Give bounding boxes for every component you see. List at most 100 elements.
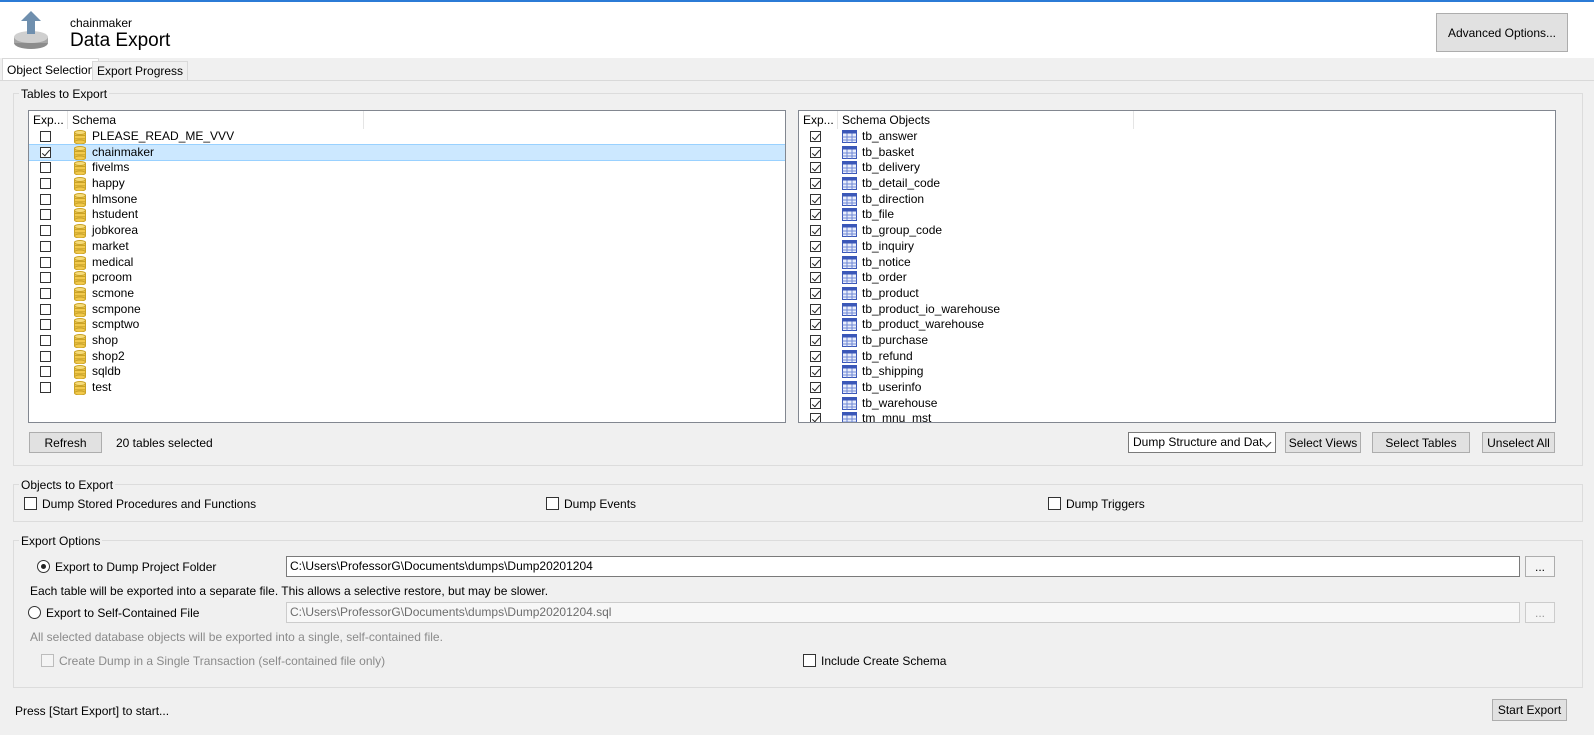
- schema-export-checkbox[interactable]: [40, 287, 51, 299]
- schema-export-checkbox[interactable]: [40, 193, 51, 205]
- schema-object-row[interactable]: tb_direction: [799, 192, 1555, 208]
- object-export-checkbox[interactable]: [810, 256, 821, 268]
- dump-triggers-checkbox[interactable]: [1048, 497, 1061, 510]
- schema-export-checkbox[interactable]: [40, 303, 51, 315]
- schema-row[interactable]: jobkorea: [29, 223, 785, 239]
- start-export-button[interactable]: Start Export: [1492, 699, 1567, 721]
- schema-object-row[interactable]: tb_userinfo: [799, 380, 1555, 396]
- schema-row[interactable]: sqldb: [29, 364, 785, 380]
- object-export-checkbox[interactable]: [810, 319, 821, 331]
- object-export-checkbox[interactable]: [810, 397, 821, 409]
- schema-export-checkbox[interactable]: [40, 366, 51, 378]
- unselect-all-button[interactable]: Unselect All: [1482, 432, 1555, 453]
- select-tables-button[interactable]: Select Tables: [1372, 432, 1470, 453]
- export-folder-radio[interactable]: [37, 560, 50, 573]
- object-export-checkbox[interactable]: [810, 178, 821, 190]
- object-export-checkbox[interactable]: [810, 209, 821, 221]
- object-export-checkbox[interactable]: [810, 366, 821, 378]
- schema-objects-list[interactable]: Exp... Schema Objects tb_answer tb_basket…: [798, 110, 1556, 423]
- browse-file-button[interactable]: ...: [1525, 602, 1555, 623]
- schema-object-row[interactable]: tb_inquiry: [799, 239, 1555, 255]
- object-export-checkbox[interactable]: [810, 287, 821, 299]
- col-objects-header[interactable]: Schema Objects: [842, 113, 930, 127]
- object-export-checkbox[interactable]: [810, 382, 821, 393]
- col-export-header[interactable]: Exp...: [33, 113, 64, 127]
- schema-export-checkbox[interactable]: [40, 209, 51, 221]
- schema-row[interactable]: pcroom: [29, 270, 785, 286]
- schema-row[interactable]: fivelms: [29, 160, 785, 176]
- dump-stored-procs-checkbox[interactable]: [24, 497, 37, 510]
- object-export-checkbox[interactable]: [810, 240, 821, 252]
- schema-row[interactable]: scmpone: [29, 302, 785, 318]
- tab-object-selection[interactable]: Object Selection: [2, 58, 100, 80]
- schema-object-row[interactable]: tb_product_warehouse: [799, 317, 1555, 333]
- object-export-checkbox[interactable]: [810, 146, 821, 158]
- advanced-options-button[interactable]: Advanced Options...: [1436, 13, 1568, 52]
- browse-folder-button[interactable]: ...: [1525, 556, 1555, 577]
- col-schema-header[interactable]: Schema: [72, 113, 116, 127]
- schema-export-checkbox[interactable]: [40, 334, 51, 346]
- schema-object-row[interactable]: tb_product_io_warehouse: [799, 302, 1555, 318]
- schema-object-row[interactable]: tm_mnu_mst: [799, 411, 1555, 423]
- schema-row[interactable]: scmptwo: [29, 317, 785, 333]
- schema-object-row[interactable]: tb_group_code: [799, 223, 1555, 239]
- single-transaction-checkbox[interactable]: [41, 654, 54, 667]
- object-export-checkbox[interactable]: [810, 272, 821, 284]
- schema-object-row[interactable]: tb_delivery: [799, 160, 1555, 176]
- schema-object-row[interactable]: tb_basket: [799, 145, 1555, 161]
- schema-row[interactable]: chainmaker: [29, 143, 785, 162]
- schema-object-row[interactable]: tb_refund: [799, 349, 1555, 365]
- schema-object-row[interactable]: tb_shipping: [799, 364, 1555, 380]
- schema-object-row[interactable]: tb_product: [799, 286, 1555, 302]
- object-rows: tb_answer tb_basket tb_delivery tb_detail_c…: [799, 129, 1555, 423]
- schema-row[interactable]: scmone: [29, 286, 785, 302]
- schema-row[interactable]: market: [29, 239, 785, 255]
- schema-row[interactable]: shop2: [29, 349, 785, 365]
- schema-export-checkbox[interactable]: [40, 240, 51, 252]
- col-export-header[interactable]: Exp...: [803, 113, 834, 127]
- object-export-checkbox[interactable]: [810, 350, 821, 362]
- schema-export-checkbox[interactable]: [40, 146, 51, 158]
- object-export-checkbox[interactable]: [810, 193, 821, 205]
- object-export-checkbox[interactable]: [810, 413, 821, 422]
- schema-export-checkbox[interactable]: [40, 225, 51, 237]
- schema-row[interactable]: shop: [29, 333, 785, 349]
- schema-object-row[interactable]: tb_answer: [799, 129, 1555, 145]
- schema-object-row[interactable]: tb_order: [799, 270, 1555, 286]
- file-path-input[interactable]: C:\Users\ProfessorG\Documents\dumps\Dump…: [286, 602, 1520, 623]
- schema-list[interactable]: Exp... Schema PLEASE_READ_ME_VVV chainmak…: [28, 110, 786, 423]
- schema-row[interactable]: hstudent: [29, 207, 785, 223]
- folder-path-input[interactable]: C:\Users\ProfessorG\Documents\dumps\Dump…: [286, 556, 1520, 577]
- schema-row[interactable]: happy: [29, 176, 785, 192]
- object-export-checkbox[interactable]: [810, 162, 821, 174]
- schema-object-row[interactable]: tb_purchase: [799, 333, 1555, 349]
- schema-export-checkbox[interactable]: [40, 131, 51, 142]
- object-export-checkbox[interactable]: [810, 225, 821, 237]
- tab-export-progress[interactable]: Export Progress: [92, 61, 189, 80]
- schema-row[interactable]: hlmsone: [29, 192, 785, 208]
- dump-events-checkbox[interactable]: [546, 497, 559, 510]
- schema-object-row[interactable]: tb_warehouse: [799, 396, 1555, 412]
- schema-row[interactable]: PLEASE_READ_ME_VVV: [29, 129, 785, 145]
- schema-export-checkbox[interactable]: [40, 272, 51, 284]
- select-views-button[interactable]: Select Views: [1285, 432, 1361, 453]
- schema-object-row[interactable]: tb_detail_code: [799, 176, 1555, 192]
- include-create-schema-checkbox[interactable]: [803, 654, 816, 667]
- object-name: tm_mnu_mst: [862, 411, 932, 423]
- schema-object-row[interactable]: tb_notice: [799, 255, 1555, 271]
- refresh-button[interactable]: Refresh: [29, 432, 102, 453]
- schema-export-checkbox[interactable]: [40, 350, 51, 362]
- schema-export-checkbox[interactable]: [40, 319, 51, 331]
- object-export-checkbox[interactable]: [810, 131, 821, 142]
- object-export-checkbox[interactable]: [810, 334, 821, 346]
- schema-row[interactable]: medical: [29, 255, 785, 271]
- export-file-radio[interactable]: [28, 606, 41, 619]
- schema-export-checkbox[interactable]: [40, 162, 51, 174]
- object-export-checkbox[interactable]: [810, 303, 821, 315]
- schema-export-checkbox[interactable]: [40, 256, 51, 268]
- schema-export-checkbox[interactable]: [40, 178, 51, 190]
- dump-type-select[interactable]: Dump Structure and Dat: [1128, 432, 1276, 453]
- schema-export-checkbox[interactable]: [40, 382, 51, 393]
- schema-row[interactable]: test: [29, 380, 785, 396]
- schema-object-row[interactable]: tb_file: [799, 207, 1555, 223]
